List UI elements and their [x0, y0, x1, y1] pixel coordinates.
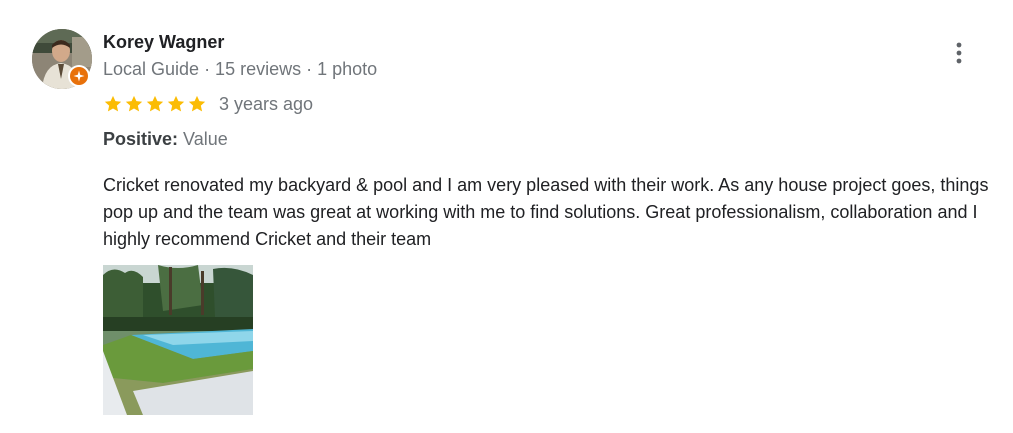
more-options-button[interactable]: [946, 38, 972, 68]
star-icon: [146, 95, 164, 112]
review-card: Korey Wagner Local Guide · 15 reviews · …: [0, 0, 1013, 433]
rating-row: 3 years ago: [103, 93, 313, 115]
review-date: 3 years ago: [219, 94, 314, 114]
star-icon: [167, 95, 185, 112]
review-attribute: Positive: Value: [103, 128, 228, 150]
review-photo[interactable]: [103, 265, 253, 415]
author-name[interactable]: Korey Wagner: [103, 31, 224, 53]
star-icon: [125, 95, 143, 112]
star-icon: [188, 95, 206, 112]
attribute-value: Value: [183, 129, 228, 149]
local-guide-badge-icon: [68, 65, 90, 87]
attribute-label: Positive:: [103, 129, 179, 149]
avatar-container[interactable]: [32, 29, 92, 89]
author-meta[interactable]: Local Guide · 15 reviews · 1 photo: [103, 58, 377, 80]
star-rating: [103, 94, 208, 114]
review-text: Cricket renovated my backyard & pool and…: [103, 175, 989, 249]
more-vertical-icon: [956, 42, 962, 64]
pool-photo: [103, 265, 253, 415]
star-icon: [104, 95, 122, 112]
